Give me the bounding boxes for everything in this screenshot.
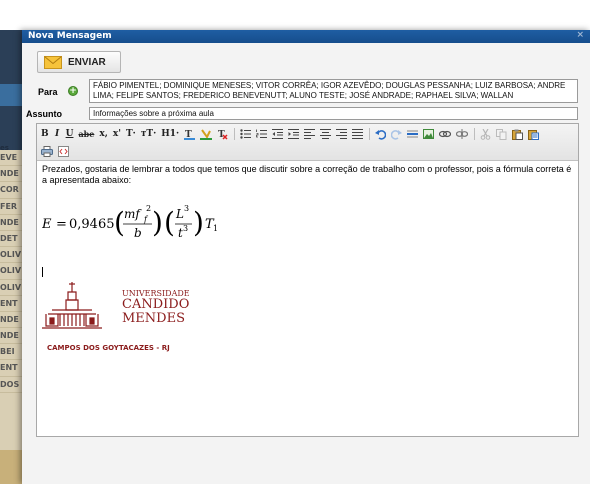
frac2-num-sup: 3	[184, 204, 189, 213]
logo-line-2: CANDIDO	[122, 297, 189, 312]
editor-toolbar: B I U abe x, x' T· тT· H1· T T	[37, 124, 578, 161]
justify-icon[interactable]	[350, 127, 365, 141]
dialog-title: Nova Mensagem	[28, 31, 112, 41]
copy-icon[interactable]	[494, 127, 509, 141]
underline-button[interactable]: U	[64, 127, 76, 141]
text-cursor	[42, 267, 43, 277]
superscript-button[interactable]: x'	[111, 127, 123, 141]
list-item[interactable]: EVE	[0, 150, 22, 167]
add-recipient-icon[interactable]: +	[68, 86, 78, 96]
subject-input[interactable]: Informações sobre a próxima aula	[89, 107, 578, 120]
print-icon[interactable]	[39, 144, 55, 158]
toolbar-separator	[474, 128, 476, 140]
right-paren: )	[193, 206, 204, 239]
list-item[interactable]: ENT	[0, 296, 22, 312]
list-item[interactable]: OLIV	[0, 247, 22, 264]
frac1-numerator: mf	[124, 207, 142, 221]
toolbar-separator	[369, 128, 371, 140]
heading-dropdown[interactable]: H1·	[159, 127, 181, 141]
highlight-icon[interactable]	[198, 127, 214, 141]
to-label: Para	[38, 87, 58, 97]
list-item[interactable]: BEI	[0, 344, 22, 361]
formula-lhs: E	[42, 217, 52, 232]
clear-format-icon[interactable]: T	[215, 127, 230, 141]
subject-label: Assunto	[26, 109, 62, 119]
new-message-dialog: Nova Mensagem × ENVIAR Para + FÁBIO PIME…	[22, 30, 590, 484]
page-footer-strip	[0, 450, 22, 484]
formula-tail-sub: 1	[213, 224, 218, 233]
list-item[interactable]: NDE	[0, 215, 22, 231]
building-icon	[42, 282, 102, 329]
frac2-den-sup: 3	[183, 224, 188, 233]
recipients-field[interactable]: FÁBIO PIMENTEL; DOMINIQUE MENESES; VITOR…	[89, 79, 578, 103]
source-code-icon[interactable]	[56, 144, 71, 158]
formula-coefficient: 0,9465	[69, 217, 115, 232]
list-item[interactable]: ENT	[0, 360, 22, 377]
paste-word-icon[interactable]	[526, 127, 541, 141]
frac1-sub: f	[143, 215, 149, 224]
page-header-area	[0, 0, 590, 30]
italic-button[interactable]: I	[52, 127, 63, 141]
formula-equals: =	[56, 217, 67, 232]
list-item[interactable]: COR	[0, 182, 22, 199]
indent-icon[interactable]	[286, 127, 301, 141]
send-button[interactable]: ENVIAR	[37, 51, 121, 73]
list-item[interactable]: OLIV	[0, 280, 22, 296]
paste-icon[interactable]	[510, 127, 525, 141]
frac1-sup: 2	[146, 204, 151, 213]
frac1-denominator: b	[134, 226, 142, 240]
subscript-button[interactable]: x,	[97, 127, 110, 141]
message-editor[interactable]: B I U abe x, x' T· тT· H1· T T Prezados,…	[36, 123, 579, 437]
logo-caption: CAMPOS DOS GOYTACAZES - RJ	[47, 344, 170, 352]
close-icon[interactable]: ×	[576, 30, 584, 40]
frac2-numerator: L	[175, 207, 184, 221]
strikethrough-button[interactable]: abe	[76, 127, 96, 141]
list-item[interactable]: OLIV	[0, 263, 22, 280]
horizontal-rule-icon[interactable]	[405, 127, 420, 141]
background-list: EVE NDE COR FER NDE DET OLIV OLIV OLIV E…	[0, 150, 22, 450]
page-nav-strip	[0, 84, 22, 106]
font-size-dropdown[interactable]: тT·	[139, 127, 158, 141]
cut-icon[interactable]	[478, 127, 493, 141]
font-size-button[interactable]: T·	[124, 127, 138, 141]
toolbar-separator	[234, 128, 236, 140]
align-center-icon[interactable]	[318, 127, 333, 141]
unlink-icon[interactable]	[454, 127, 470, 141]
align-right-icon[interactable]	[334, 127, 349, 141]
send-button-label: ENVIAR	[68, 56, 106, 68]
numbered-list-icon[interactable]	[254, 127, 269, 141]
outdent-icon[interactable]	[270, 127, 285, 141]
formula-image: E = 0,9465 ( mf 2 f b ) ( L 3 t 3 ) T 1	[42, 204, 218, 240]
link-icon[interactable]	[437, 127, 453, 141]
envelope-icon	[44, 55, 62, 69]
right-paren: )	[152, 206, 163, 239]
bullet-list-icon[interactable]	[238, 127, 253, 141]
image-icon[interactable]	[421, 127, 436, 141]
list-item[interactable]: NDE	[0, 166, 22, 183]
dialog-titlebar: Nova Mensagem ×	[22, 30, 590, 43]
redo-icon[interactable]	[389, 127, 404, 141]
message-body: Prezados, gostaria de lembrar a todos qu…	[42, 164, 572, 185]
bold-button[interactable]: B	[39, 127, 51, 141]
list-item[interactable]: DET	[0, 231, 22, 248]
list-item[interactable]: NDE	[0, 312, 22, 329]
left-paren: (	[164, 206, 175, 239]
list-item[interactable]: NDE	[0, 328, 22, 345]
text-color-icon[interactable]: T	[182, 127, 197, 141]
undo-icon[interactable]	[373, 127, 388, 141]
list-item[interactable]: DOS	[0, 377, 22, 393]
align-left-icon[interactable]	[302, 127, 317, 141]
university-logo: UNIVERSIDADE CANDIDO MENDES CAMPOS DOS G…	[42, 282, 190, 352]
list-item[interactable]: FER	[0, 199, 22, 215]
logo-line-3: MENDES	[122, 311, 185, 326]
